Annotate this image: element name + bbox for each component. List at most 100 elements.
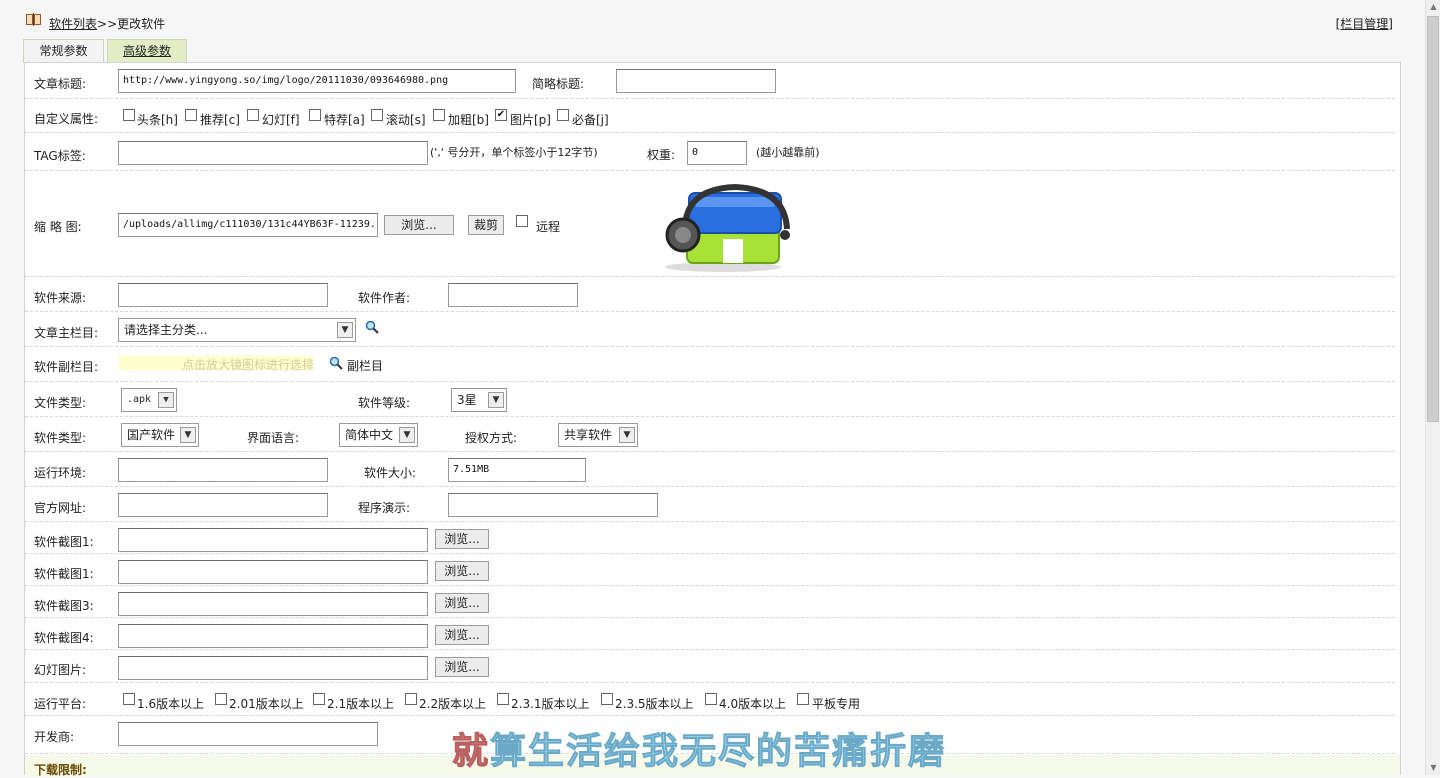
subtitle-first-char: 就	[451, 731, 491, 773]
platform-checkbox-5[interactable]	[497, 693, 509, 705]
weight-label: 权重:	[647, 148, 676, 162]
size-label: 软件大小:	[364, 466, 417, 480]
chevron-down-icon: ▼	[399, 427, 415, 443]
weight-input[interactable]: 0	[687, 141, 747, 165]
software-type-select[interactable]: 国产软件 ▼	[121, 423, 199, 447]
screenshot-input-3[interactable]	[118, 592, 428, 616]
demo-input[interactable]	[448, 493, 658, 517]
platform-label-1: 1.6版本以上	[137, 697, 205, 711]
platform-checkbox-4[interactable]	[405, 693, 417, 705]
platform-checkbox-8[interactable]	[797, 693, 809, 705]
environment-row: 运行环境: 软件大小: 7.51MB	[25, 452, 1395, 487]
thumbnail-browse-button[interactable]: 浏览...	[384, 215, 454, 235]
screenshot-row-1: 软件截图1: 浏览...	[25, 522, 1395, 554]
thumbnail-preview-image	[665, 183, 790, 272]
screenshot-label-4: 软件截图4:	[34, 631, 94, 645]
slide-image-input[interactable]	[118, 656, 428, 680]
license-select[interactable]: 共享软件 ▼	[558, 423, 638, 447]
file-type-select[interactable]: .apk ▼	[121, 388, 177, 412]
chevron-down-icon: ▼	[337, 322, 353, 338]
attr-label-s: 滚动[s]	[386, 113, 426, 127]
download-limit-label: 下载限制:	[34, 763, 87, 777]
thumbnail-input[interactable]: /uploads/allimg/c111030/131c44YB63F-1123…	[118, 213, 378, 237]
screenshot-row-4: 软件截图4: 浏览...	[25, 618, 1395, 650]
screenshot-label-3: 软件截图3:	[34, 599, 94, 613]
attr-checkbox-b[interactable]	[433, 109, 445, 121]
site-input[interactable]	[118, 493, 328, 517]
search-icon[interactable]	[365, 320, 379, 334]
tag-hint: (',' 号分开，单个标签小于12字节)	[430, 146, 598, 159]
file-type-row: 文件类型: .apk ▼ 软件等级: 3星 ▼	[25, 382, 1395, 417]
screenshot-browse-button-2[interactable]: 浏览...	[435, 561, 489, 581]
screenshot-input-1[interactable]	[118, 528, 428, 552]
level-select[interactable]: 3星 ▼	[451, 388, 507, 412]
screenshot-browse-button-1[interactable]: 浏览...	[435, 529, 489, 549]
screenshot-input-4[interactable]	[118, 624, 428, 648]
platform-checkbox-6[interactable]	[601, 693, 613, 705]
screenshot-input-2[interactable]	[118, 560, 428, 584]
crop-button[interactable]: 裁剪	[468, 215, 504, 235]
license-label: 授权方式:	[465, 431, 518, 445]
attr-checkbox-p[interactable]: ✔	[495, 109, 507, 121]
slide-image-label: 幻灯图片:	[34, 663, 87, 677]
attr-label-a: 特荐[a]	[324, 113, 365, 127]
language-select[interactable]: 简体中文 ▼	[339, 423, 418, 447]
title-row: 文章标题: http://www.yingyong.so/img/logo/20…	[25, 63, 1395, 99]
video-subtitle-overlay: 就算生活给我无尽的苦痛折磨	[451, 722, 946, 774]
language-label: 界面语言:	[247, 431, 300, 445]
platform-label-3: 2.1版本以上	[327, 697, 395, 711]
slide-image-browse-button[interactable]: 浏览...	[435, 657, 489, 677]
attr-checkbox-c[interactable]	[185, 109, 197, 121]
attr-checkbox-a[interactable]	[309, 109, 321, 121]
size-input[interactable]: 7.51MB	[448, 458, 586, 482]
attr-checkbox-f[interactable]	[247, 109, 259, 121]
tag-input[interactable]	[118, 141, 428, 165]
attributes-row: 自定义属性: 头条[h] 推荐[c] 幻灯[f] 特荐[a] 滚动[s] 加粗[…	[25, 99, 1395, 133]
platform-label-2: 2.01版本以上	[229, 697, 304, 711]
software-type-row: 软件类型: 国产软件 ▼ 界面语言: 简体中文 ▼ 授权方式: 共享软件 ▼	[25, 417, 1395, 452]
attr-checkbox-h[interactable]	[123, 109, 135, 121]
developer-input[interactable]	[118, 722, 378, 746]
screenshot-row-3: 软件截图3: 浏览...	[25, 586, 1395, 618]
sub-category-link[interactable]: 副栏目	[347, 357, 383, 374]
platform-row: 运行平台: 1.6版本以上 2.01版本以上 2.1版本以上 2.2版本以上 2…	[25, 683, 1395, 716]
main-category-label: 文章主栏目:	[34, 326, 99, 340]
platform-checkbox-3[interactable]	[313, 693, 325, 705]
platform-label-6: 2.3.5版本以上	[615, 697, 694, 711]
remote-checkbox[interactable]	[516, 215, 528, 227]
level-value: 3星	[457, 393, 477, 407]
site-row: 官方网址: 程序演示:	[25, 487, 1395, 522]
breadcrumb-current: 更改软件	[117, 17, 166, 31]
platform-label: 运行平台:	[34, 697, 87, 711]
software-type-value: 国产软件	[127, 428, 176, 442]
screenshot-browse-button-4[interactable]: 浏览...	[435, 625, 489, 645]
scroll-down-arrow-icon[interactable]: ▼	[1426, 761, 1440, 775]
software-list-link[interactable]: 软件列表	[49, 17, 97, 31]
attr-checkbox-j[interactable]	[557, 109, 569, 121]
attr-label-c: 推荐[c]	[200, 113, 240, 127]
scroll-up-arrow-icon[interactable]: ▲	[1426, 0, 1440, 14]
search-icon[interactable]	[329, 356, 343, 370]
attr-label-j: 必备[j]	[572, 113, 609, 127]
main-category-value: 请选择主分类...	[124, 323, 208, 337]
column-manage-link[interactable]: [栏目管理]	[1336, 17, 1393, 31]
tab-general[interactable]: 常规参数	[23, 39, 104, 63]
screenshot-row-2: 软件截图1: 浏览...	[25, 554, 1395, 586]
main-category-select[interactable]: 请选择主分类... ▼	[118, 318, 356, 342]
chevron-down-icon: ▼	[619, 427, 635, 443]
environment-input[interactable]	[118, 458, 328, 482]
platform-checkbox-1[interactable]	[123, 693, 135, 705]
scrollbar-thumb[interactable]	[1427, 16, 1439, 422]
short-title-input[interactable]	[616, 69, 776, 93]
title-input[interactable]: http://www.yingyong.so/img/logo/20111030…	[118, 69, 516, 93]
source-input[interactable]	[118, 283, 328, 307]
tab-advanced[interactable]: 高级参数	[107, 39, 187, 63]
platform-checkbox-7[interactable]	[705, 693, 717, 705]
screenshot-browse-button-3[interactable]: 浏览...	[435, 593, 489, 613]
vertical-scrollbar[interactable]: ▲ ▼	[1425, 0, 1440, 775]
attr-checkbox-s[interactable]	[371, 109, 383, 121]
remote-label: 远程	[536, 220, 561, 234]
platform-checkbox-2[interactable]	[215, 693, 227, 705]
file-type-value: .apk	[127, 394, 152, 405]
author-input[interactable]	[448, 283, 578, 307]
